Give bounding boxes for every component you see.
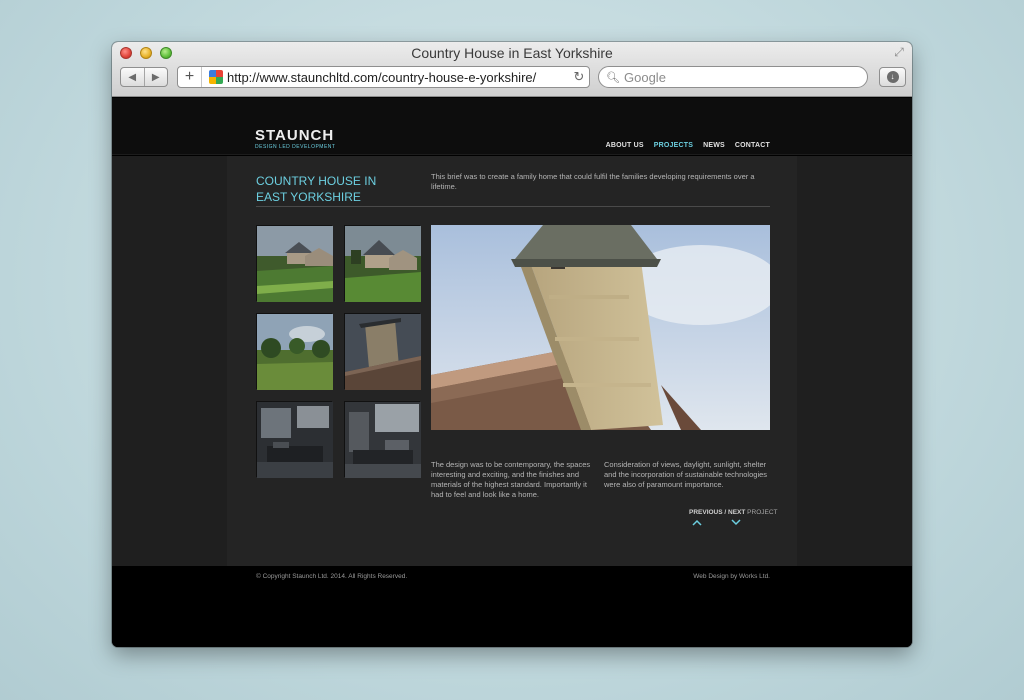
window-title: Country House in East Yorkshire [411, 45, 613, 61]
fullscreen-icon[interactable]: ⤢ [892, 45, 906, 59]
add-bookmark-icon[interactable]: + [178, 67, 202, 87]
gallery-thumbnail[interactable] [344, 225, 421, 302]
web-page: STAUNCH DESIGN LED DEVELOPMENT ABOUT US … [112, 98, 912, 647]
gallery-thumbnail[interactable] [344, 401, 421, 478]
address-bar[interactable]: + http://www.staunchltd.com/country-hous… [177, 66, 590, 88]
project-content: COUNTRY HOUSE IN EAST YORKSHIRE This bri… [112, 156, 912, 566]
logo-tagline: DESIGN LED DEVELOPMENT [255, 144, 336, 150]
main-project-photo [431, 225, 770, 430]
main-nav: ABOUT US PROJECTS NEWS CONTACT [606, 142, 770, 149]
gallery-thumbnail[interactable] [256, 313, 333, 390]
nav-news[interactable]: NEWS [703, 142, 725, 149]
chevron-down-icon[interactable] [731, 518, 741, 526]
copyright-text: © Copyright Staunch Ltd. 2014. All Right… [256, 573, 408, 580]
download-icon: ↓ [886, 71, 899, 83]
project-description-left: The design was to be contemporary, the s… [431, 460, 591, 499]
downloads-button[interactable]: ↓ [879, 67, 906, 87]
search-field[interactable]: 🔍︎ [598, 66, 868, 88]
search-icon: 🔍︎ [606, 71, 620, 84]
project-description-right: Consideration of views, daylight, sunlig… [604, 460, 768, 489]
browser-window: Country House in East Yorkshire ⤢ ◀ ▶ + … [112, 42, 912, 647]
back-arrow-icon: ◀ [128, 71, 137, 83]
project-intro: This brief was to create a family home t… [431, 172, 755, 191]
site-footer: © Copyright Staunch Ltd. 2014. All Right… [112, 566, 912, 647]
pager-arrows [690, 518, 745, 528]
back-button[interactable]: ◀ [121, 68, 144, 86]
project-pager: PREVIOUS / NEXT PROJECT [689, 509, 778, 516]
site-header: STAUNCH DESIGN LED DEVELOPMENT ABOUT US … [112, 98, 912, 155]
nav-projects[interactable]: PROJECTS [654, 142, 693, 149]
previous-project-link[interactable]: PREVIOUS [689, 509, 723, 516]
site-favicon-icon [209, 70, 223, 84]
search-input[interactable] [624, 69, 854, 85]
nav-about-us[interactable]: ABOUT US [606, 142, 644, 149]
gallery-thumbnail[interactable] [344, 313, 421, 390]
url-text[interactable]: http://www.staunchltd.com/country-house-… [227, 70, 569, 85]
design-credit-link[interactable]: Web Design by Works Ltd. [693, 573, 770, 580]
gallery-thumbnail[interactable] [256, 225, 333, 302]
divider [256, 206, 770, 207]
page-title: COUNTRY HOUSE IN EAST YORKSHIRE [256, 174, 377, 204]
forward-button[interactable]: ▶ [143, 68, 168, 86]
gallery-thumbnail[interactable] [256, 401, 333, 478]
nav-contact[interactable]: CONTACT [735, 142, 770, 149]
history-nav: ◀ ▶ [120, 67, 168, 87]
browser-toolbar: Country House in East Yorkshire ⤢ ◀ ▶ + … [112, 42, 912, 97]
pager-suffix: PROJECT [745, 509, 778, 516]
reload-icon[interactable]: ↻ [569, 69, 589, 85]
site-logo[interactable]: STAUNCH DESIGN LED DEVELOPMENT [255, 128, 335, 150]
next-project-link[interactable]: NEXT [728, 509, 745, 516]
logo-name: STAUNCH [255, 127, 335, 144]
chevron-up-icon[interactable] [692, 518, 702, 526]
forward-arrow-icon: ▶ [151, 71, 160, 83]
